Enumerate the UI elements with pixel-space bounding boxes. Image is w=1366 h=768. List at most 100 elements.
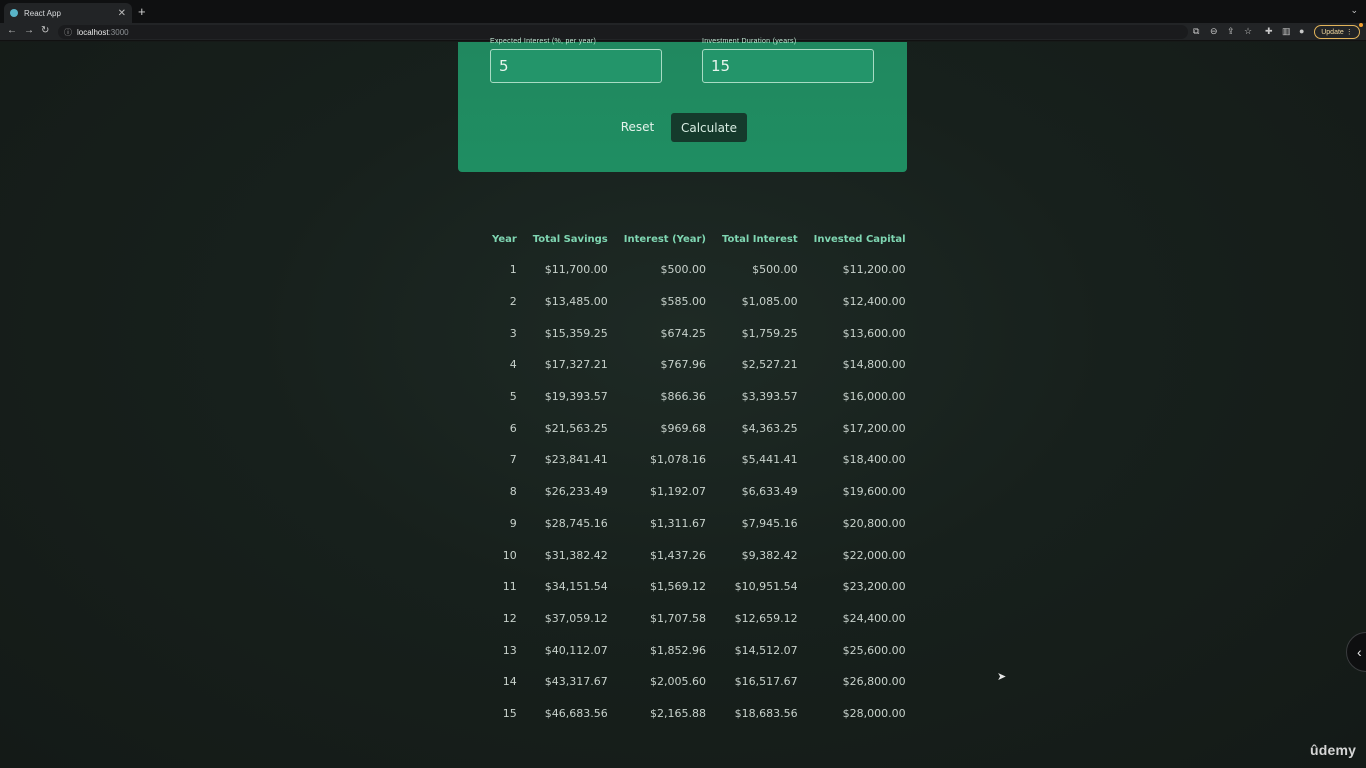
cell-interest-year: $674.25 [660, 326, 707, 340]
cell-total-savings: $11,700.00 [544, 263, 608, 277]
update-button[interactable]: Update ⋮ [1314, 25, 1360, 39]
bookmark-star-icon[interactable]: ☆ [1244, 26, 1252, 37]
cell-year: 7 [509, 453, 517, 467]
cell-invested-capital: $26,800.00 [842, 675, 906, 689]
cell-total-savings: $19,393.57 [544, 390, 608, 404]
back-icon[interactable]: ← [7, 25, 17, 36]
cell-total-interest: $1,759.25 [741, 326, 798, 340]
zoom-icon[interactable]: ⊖ [1210, 26, 1218, 37]
table-row: 11 $34,151.54 $1,569.12 $10,951.54 $23,200.0… [484, 571, 914, 603]
forward-icon[interactable]: → [24, 25, 34, 36]
table-row: 6 $21,563.25 $969.68 $4,363.25 $17,200.00 [484, 412, 914, 444]
cell-invested-capital: $25,600.00 [842, 643, 906, 657]
table-row: 3 $15,359.25 $674.25 $1,759.25 $13,600.00 [484, 317, 914, 349]
cell-total-savings: $17,327.21 [544, 358, 608, 372]
table-row: 7 $23,841.41 $1,078.16 $5,441.41 $18,400.00 [484, 444, 914, 476]
cell-invested-capital: $22,000.00 [842, 548, 906, 562]
tab-search-chevron-icon[interactable]: ⌄ [1350, 5, 1358, 16]
url-port: :3000 [108, 27, 129, 37]
cell-total-interest: $3,393.57 [741, 390, 798, 404]
cell-year: 2 [509, 295, 517, 309]
table-row: 2 $13,485.00 $585.00 $1,085.00 $12,400.00 [484, 286, 914, 318]
extensions-puzzle-icon[interactable]: ✚ [1265, 26, 1273, 37]
duration-label: Investment Duration (years) [702, 38, 797, 45]
table-row: 12 $37,059.12 $1,707.58 $12,659.12 $24,400.0… [484, 603, 914, 635]
cell-total-interest: $500.00 [752, 263, 798, 277]
cell-total-interest: $10,951.54 [734, 580, 798, 594]
cell-total-interest: $14,512.07 [734, 643, 798, 657]
cell-interest-year: $767.96 [660, 358, 707, 372]
table-row: 8 $26,233.49 $1,192.07 $6,633.49 $19,600.00 [484, 476, 914, 508]
cell-interest-year: $969.68 [660, 421, 707, 435]
reset-button[interactable]: Reset [610, 113, 665, 141]
header-interest-year: Interest (Year) [623, 234, 706, 245]
cell-invested-capital: $19,600.00 [842, 485, 906, 499]
cell-interest-year: $2,165.88 [650, 706, 706, 720]
cell-total-interest: $16,517.67 [734, 675, 798, 689]
share-icon[interactable]: ⇪ [1227, 26, 1235, 37]
calculate-button[interactable]: Calculate [671, 113, 747, 142]
install-app-icon[interactable]: ⧉ [1193, 26, 1199, 37]
cell-total-savings: $13,485.00 [544, 295, 608, 309]
mouse-cursor-icon: ➤ [997, 671, 1007, 683]
reload-icon[interactable]: ↻ [41, 25, 49, 36]
close-tab-icon[interactable]: ✕ [118, 8, 126, 19]
cell-invested-capital: $12,400.00 [842, 295, 906, 309]
cell-total-interest: $7,945.16 [741, 516, 798, 530]
table-row: 13 $40,112.07 $1,852.96 $14,512.07 $25,600.0… [484, 634, 914, 666]
cell-invested-capital: $17,200.00 [842, 421, 906, 435]
cell-invested-capital: $16,000.00 [842, 390, 906, 404]
cell-total-savings: $21,563.25 [544, 421, 608, 435]
new-tab-icon[interactable]: + [138, 4, 146, 19]
cell-year: 3 [509, 326, 517, 340]
browser-tab[interactable]: React App ✕ [4, 3, 132, 23]
cell-total-savings: $43,317.67 [544, 675, 608, 689]
cell-total-savings: $34,151.54 [544, 580, 608, 594]
notification-dot-icon [1359, 23, 1363, 27]
header-total-savings: Total Savings [532, 234, 608, 245]
cell-year: 9 [509, 516, 517, 530]
cell-invested-capital: $11,200.00 [842, 263, 906, 277]
table-header-row: Year Total Savings Interest (Year) Total… [484, 225, 914, 254]
cell-invested-capital: $14,800.00 [842, 358, 906, 372]
header-year: Year [492, 234, 517, 245]
profile-avatar-icon[interactable]: ● [1299, 26, 1304, 36]
table-row: 10 $31,382.42 $1,437.26 $9,382.42 $22,000.00 [484, 539, 914, 571]
cell-total-savings: $23,841.41 [544, 453, 608, 467]
cell-total-savings: $40,112.07 [544, 643, 608, 657]
cell-interest-year: $1,311.67 [650, 516, 706, 530]
cell-interest-year: $2,005.60 [650, 675, 706, 689]
cell-total-interest: $12,659.12 [734, 611, 798, 625]
cell-total-interest: $5,441.41 [741, 453, 798, 467]
cell-total-savings: $31,382.42 [544, 548, 608, 562]
cell-invested-capital: $28,000.00 [842, 706, 906, 720]
cell-interest-year: $1,437.26 [650, 548, 706, 562]
cell-total-savings: $26,233.49 [544, 485, 608, 499]
cell-year: 5 [509, 390, 517, 404]
cell-interest-year: $866.36 [660, 390, 707, 404]
cell-year: 4 [509, 358, 517, 372]
cell-total-interest: $4,363.25 [741, 421, 798, 435]
cell-interest-year: $1,569.12 [650, 580, 706, 594]
cell-year: 1 [509, 263, 517, 277]
cell-total-savings: $46,683.56 [544, 706, 608, 720]
cell-year: 15 [502, 706, 517, 720]
cell-total-savings: $37,059.12 [544, 611, 608, 625]
cell-year: 10 [502, 548, 517, 562]
cell-interest-year: $1,852.96 [650, 643, 706, 657]
table-row: 4 $17,327.21 $767.96 $2,527.21 $14,800.00 [484, 349, 914, 381]
duration-input[interactable]: 15 [702, 49, 874, 83]
table-row: 15 $46,683.56 $2,165.88 $18,683.56 $28,000.0… [484, 698, 914, 730]
cell-total-savings: $15,359.25 [544, 326, 608, 340]
site-info-icon[interactable]: ⓘ [64, 27, 72, 38]
side-panel-icon[interactable]: ▥ [1282, 26, 1291, 37]
expected-return-input[interactable]: 5 [490, 49, 662, 83]
table-row: 9 $28,745.16 $1,311.67 $7,945.16 $20,800.00 [484, 508, 914, 540]
cell-year: 11 [502, 580, 517, 594]
cell-total-interest: $1,085.00 [741, 295, 798, 309]
investment-form: Expected Interest (%, per year) 5 Invest… [458, 38, 907, 172]
cell-interest-year: $585.00 [660, 295, 707, 309]
address-bar[interactable]: ⓘ localhost :3000 [58, 25, 1188, 39]
update-label: Update [1321, 28, 1344, 36]
results-table: Year Total Savings Interest (Year) Total… [484, 225, 914, 729]
